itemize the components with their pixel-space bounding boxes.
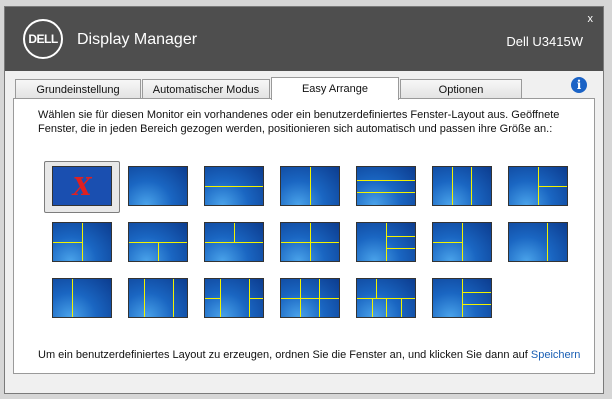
layout-option-v-thirds[interactable] — [432, 166, 492, 206]
layout-option-left-plus-3b[interactable] — [432, 278, 492, 318]
layout-option-v-halves[interactable] — [280, 166, 340, 206]
layout-divider-line — [538, 186, 567, 187]
layout-option-left-plus-3[interactable] — [356, 222, 416, 262]
layout-divider-line — [462, 304, 491, 306]
layout-divider-line — [462, 223, 463, 261]
layout-divider-line — [310, 167, 311, 205]
layout-option-none[interactable]: X — [52, 166, 112, 206]
tab-optionen[interactable]: Optionen — [400, 79, 522, 99]
layout-option-left2-right1[interactable] — [432, 222, 492, 262]
layout-divider-line — [281, 298, 339, 299]
layout-divider-line — [376, 279, 378, 298]
layout-option-six-grid[interactable] — [280, 278, 340, 318]
layout-divider-line — [219, 279, 221, 317]
layout-divider-line — [53, 242, 82, 243]
layout-divider-line — [547, 223, 549, 261]
dell-logo: DELL — [23, 19, 63, 59]
layout-option-center-plus-4[interactable] — [204, 278, 264, 318]
tab-easy-arrange[interactable]: Easy Arrange — [271, 77, 399, 100]
tab-automatischer-modus[interactable]: Automatischer Modus — [142, 79, 270, 99]
title-bar: DELL Display Manager Dell U3415W x — [5, 7, 603, 71]
layout-divider-line — [205, 242, 263, 243]
layout-divider-line — [172, 279, 174, 317]
layout-option-top-plus-2[interactable] — [128, 222, 188, 262]
layout-divider-line — [386, 298, 387, 317]
info-icon[interactable]: i — [571, 77, 587, 93]
layout-divider-line — [471, 167, 473, 205]
layout-divider-line — [386, 223, 387, 261]
layout-divider-line — [205, 186, 263, 187]
layout-option-center-plus-2[interactable] — [128, 278, 188, 318]
layout-divider-line — [158, 242, 159, 261]
layout-divider-line — [143, 279, 145, 317]
layout-divider-line — [234, 223, 235, 242]
layout-divider-line — [248, 298, 263, 299]
layout-option-wide-right[interactable] — [52, 278, 112, 318]
layout-divider-line — [357, 192, 415, 194]
layout-divider-line — [357, 179, 415, 181]
layout-divider-line — [82, 223, 83, 261]
layout-divider-line — [205, 298, 220, 299]
save-link[interactable]: Speichern — [531, 349, 581, 361]
layout-option-h-thirds[interactable] — [356, 166, 416, 206]
layout-option-h-halves[interactable] — [204, 166, 264, 206]
layout-divider-line — [371, 298, 373, 317]
app-title: Display Manager — [77, 31, 198, 48]
layout-divider-line — [433, 242, 462, 243]
layout-option-full[interactable] — [128, 166, 188, 206]
monitor-model: Dell U3415W — [506, 34, 583, 49]
layout-option-right-plus-2[interactable] — [52, 222, 112, 262]
layout-divider-line — [386, 235, 415, 237]
layout-divider-line — [400, 298, 402, 317]
tab-grundeinstellung[interactable]: Grundeinstellung — [15, 79, 141, 99]
layout-off-mark: X — [72, 171, 92, 201]
layout-option-wide-left[interactable] — [508, 222, 568, 262]
layout-option-bottom-plus-2[interactable] — [204, 222, 264, 262]
layout-divider-line — [462, 279, 463, 317]
footer-text: Um ein benutzerdefiniertes Layout zu erz… — [38, 349, 580, 361]
layout-option-left-plus-2[interactable] — [508, 166, 568, 206]
easy-arrange-panel: Wählen sie für diesen Monitor ein vorhan… — [13, 98, 595, 374]
layout-divider-line — [281, 242, 339, 243]
footer-instruction: Um ein benutzerdefiniertes Layout zu erz… — [38, 349, 531, 361]
layout-divider-line — [452, 167, 454, 205]
close-icon[interactable]: x — [588, 13, 594, 25]
layout-divider-line — [386, 248, 415, 250]
display-manager-window: DELL Display Manager Dell U3415W x Grund… — [4, 6, 604, 394]
instructions-text: Wählen sie für diesen Monitor ein vorhan… — [38, 109, 560, 135]
layout-option-quads[interactable] — [280, 222, 340, 262]
layout-option-mixed-grid[interactable] — [356, 278, 416, 318]
layout-divider-line — [462, 291, 491, 293]
layout-divider-line — [72, 279, 74, 317]
